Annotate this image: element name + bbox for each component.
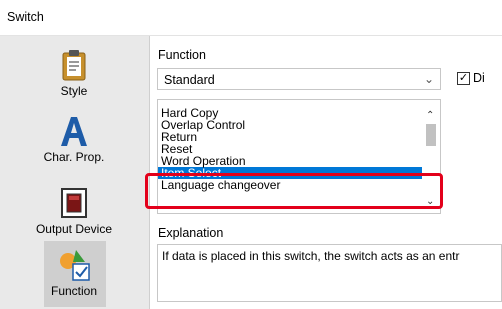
explanation-label: Explanation [158, 226, 224, 240]
sidebar-item-label: Char. Prop. [43, 150, 105, 164]
sidebar-item-output-device[interactable]: Output Device [0, 186, 148, 236]
function-label: Function [158, 48, 206, 62]
sidebar-item-style[interactable]: Style [0, 48, 148, 98]
title-bar: Switch [0, 0, 502, 36]
explanation-text: If data is placed in this switch, the sw… [162, 249, 460, 263]
letter-a-icon [57, 114, 91, 148]
function-type-value: Standard [164, 73, 215, 87]
window-title: Switch [7, 10, 44, 24]
list-item[interactable]: Language changeover [158, 179, 422, 191]
scrollbar-thumb[interactable] [426, 124, 436, 146]
sidebar: Style Char. Prop. Output Device Function [0, 36, 150, 309]
list-item[interactable]: Overlap Control [158, 119, 422, 131]
checkbox-label: Di [473, 71, 485, 85]
explanation-textbox: If data is placed in this switch, the sw… [157, 244, 502, 302]
function-panel: Function Standard ⌄ ✓ Di Hard Copy Overl… [151, 36, 502, 309]
list-scrollbar[interactable]: ⌃ ⌄ [422, 100, 440, 213]
chevron-down-icon[interactable]: ⌄ [426, 196, 434, 207]
function-list[interactable]: Hard Copy Overlap Control Return Reset W… [157, 99, 441, 214]
checkbox[interactable]: ✓ [457, 72, 470, 85]
sidebar-item-label: Function [50, 284, 98, 298]
sidebar-item-function[interactable]: Function [0, 248, 148, 298]
list-item[interactable]: Return [158, 131, 422, 143]
sidebar-item-label: Output Device [35, 222, 113, 236]
chevron-down-icon: ⌄ [423, 72, 434, 86]
chevron-up-icon[interactable]: ⌃ [426, 110, 434, 121]
switch-device-icon [57, 186, 91, 220]
shapes-icon [57, 248, 91, 282]
clipboard-icon [57, 48, 91, 82]
function-type-dropdown[interactable]: Standard ⌄ [157, 68, 441, 90]
sidebar-item-char-prop[interactable]: Char. Prop. [0, 114, 148, 164]
sidebar-item-label: Style [60, 84, 88, 98]
